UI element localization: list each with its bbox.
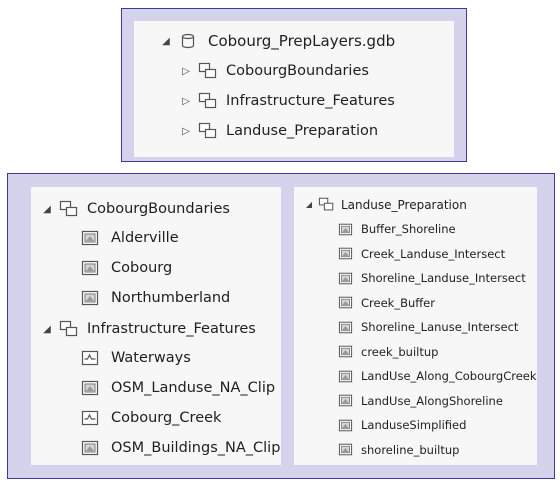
collapsed-triangle-icon[interactable]: ▷ xyxy=(180,66,192,77)
feature-class-label: Waterways xyxy=(111,350,191,366)
feature-class-item[interactable]: Shoreline_Landuse_Intersect xyxy=(338,271,526,285)
polygon-feature-class-icon xyxy=(81,440,99,456)
feature-class-label: Creek_Landuse_Intersect xyxy=(361,246,506,261)
feature-class-item[interactable]: Buffer_Shoreline xyxy=(338,222,456,236)
feature-class-item[interactable]: Creek_Buffer xyxy=(338,296,435,310)
dataset-label: Landuse_Preparation xyxy=(226,123,379,139)
right-catalog-tree: ◢ Landuse_Preparation Buffer_Shoreline C… xyxy=(294,187,537,465)
expanded-triangle-icon[interactable]: ◢ xyxy=(160,36,172,47)
feature-class-item[interactable]: Cobourg_Creek xyxy=(81,410,221,426)
expanded-triangle-icon[interactable]: ◢ xyxy=(41,204,53,215)
polygon-feature-class-icon xyxy=(338,296,353,309)
left-catalog-tree: ◢ CobourgBoundaries Alderville Cobourg N… xyxy=(31,187,281,465)
collapsed-triangle-icon[interactable]: ▷ xyxy=(180,126,192,137)
polygon-feature-class-icon xyxy=(338,345,353,358)
feature-class-label: OSM_Landuse_NA_Clip xyxy=(111,380,276,396)
line-feature-class-icon xyxy=(81,410,99,426)
feature-class-item[interactable]: shoreline_builtup xyxy=(338,443,459,457)
polygon-feature-class-icon xyxy=(81,260,99,276)
feature-class-label: Cobourg xyxy=(111,260,173,276)
line-feature-class-icon xyxy=(81,350,99,366)
dataset-label: CobourgBoundaries xyxy=(87,201,230,217)
feature-dataset-icon xyxy=(198,122,218,140)
feature-class-label: Creek_Buffer xyxy=(361,295,435,310)
feature-class-label: LandUse_Along_CobourgCreek xyxy=(361,369,537,383)
expanded-triangle-icon[interactable]: ◢ xyxy=(41,324,53,335)
feature-class-item[interactable]: OSM_Buildings_NA_Clip xyxy=(81,440,280,456)
polygon-feature-class-icon xyxy=(338,419,353,432)
feature-class-label: LandUse_AlongShoreline xyxy=(361,393,503,408)
tree-node-dataset[interactable]: ▷ CobourgBoundaries xyxy=(180,62,369,80)
polygon-feature-class-icon xyxy=(81,380,99,396)
polygon-feature-class-icon xyxy=(338,370,353,383)
feature-class-item[interactable]: Alderville xyxy=(81,230,179,246)
polygon-feature-class-icon xyxy=(338,394,353,407)
feature-class-item[interactable]: creek_builtup xyxy=(338,345,438,359)
feature-class-item[interactable]: LanduseSimplified xyxy=(338,418,466,432)
polygon-feature-class-icon xyxy=(338,223,353,236)
feature-class-label: Cobourg_Creek xyxy=(111,410,222,426)
feature-class-item[interactable]: Cobourg xyxy=(81,260,172,276)
feature-class-label: Shoreline_Lanuse_Intersect xyxy=(361,320,519,334)
feature-class-item[interactable]: Waterways xyxy=(81,350,191,366)
geodatabase-label: Cobourg_PrepLayers.gdb xyxy=(208,32,396,50)
feature-class-label: Alderville xyxy=(111,230,179,246)
polygon-feature-class-icon xyxy=(338,247,353,260)
feature-class-item[interactable]: OSM_Landuse_NA_Clip xyxy=(81,380,275,396)
dataset-label: Landuse_Preparation xyxy=(341,197,467,212)
dataset-label: Infrastructure_Features xyxy=(226,93,395,109)
feature-dataset-icon xyxy=(59,320,79,338)
feature-class-label: Northumberland xyxy=(111,290,231,306)
tree-node-dataset[interactable]: ◢ Infrastructure_Features xyxy=(41,320,256,338)
feature-class-item[interactable]: Northumberland xyxy=(81,290,230,306)
feature-dataset-icon xyxy=(318,197,335,212)
feature-dataset-icon xyxy=(198,62,218,80)
polygon-feature-class-icon xyxy=(338,443,353,456)
feature-class-label: Buffer_Shoreline xyxy=(361,222,456,236)
dataset-label: Infrastructure_Features xyxy=(87,321,256,337)
feature-class-label: Shoreline_Landuse_Intersect xyxy=(361,271,526,285)
feature-class-item[interactable]: LandUse_AlongShoreline xyxy=(338,394,503,408)
feature-class-label: LanduseSimplified xyxy=(361,418,467,432)
dataset-label: CobourgBoundaries xyxy=(226,63,369,79)
top-catalog-panel: ◢ Cobourg_PrepLayers.gdb ▷ CobourgBounda… xyxy=(121,8,467,162)
tree-node-dataset[interactable]: ◢ CobourgBoundaries xyxy=(41,200,230,218)
feature-class-item[interactable]: LandUse_Along_CobourgCreek xyxy=(338,369,537,383)
feature-dataset-icon xyxy=(59,200,79,218)
feature-dataset-icon xyxy=(198,92,218,110)
top-catalog-tree: ◢ Cobourg_PrepLayers.gdb ▷ CobourgBounda… xyxy=(134,21,454,157)
tree-node-dataset[interactable]: ◢ Landuse_Preparation xyxy=(304,197,467,212)
polygon-feature-class-icon xyxy=(338,272,353,285)
feature-class-item[interactable]: Creek_Landuse_Intersect xyxy=(338,247,505,261)
bottom-catalog-panel: ◢ CobourgBoundaries Alderville Cobourg N… xyxy=(7,173,555,479)
collapsed-triangle-icon[interactable]: ▷ xyxy=(180,96,192,107)
feature-class-label: creek_builtup xyxy=(361,344,439,359)
polygon-feature-class-icon xyxy=(81,230,99,246)
tree-node-dataset[interactable]: ▷ Landuse_Preparation xyxy=(180,122,378,140)
feature-class-label: OSM_Buildings_NA_Clip xyxy=(111,440,281,456)
feature-class-item[interactable]: Shoreline_Lanuse_Intersect xyxy=(338,320,518,334)
expanded-triangle-icon[interactable]: ◢ xyxy=(304,200,314,209)
polygon-feature-class-icon xyxy=(338,321,353,334)
polygon-feature-class-icon xyxy=(81,290,99,306)
geodatabase-icon xyxy=(180,33,196,49)
feature-class-label: shoreline_builtup xyxy=(361,442,460,457)
tree-node-geodatabase[interactable]: ◢ Cobourg_PrepLayers.gdb xyxy=(160,32,395,50)
tree-node-dataset[interactable]: ▷ Infrastructure_Features xyxy=(180,92,395,110)
